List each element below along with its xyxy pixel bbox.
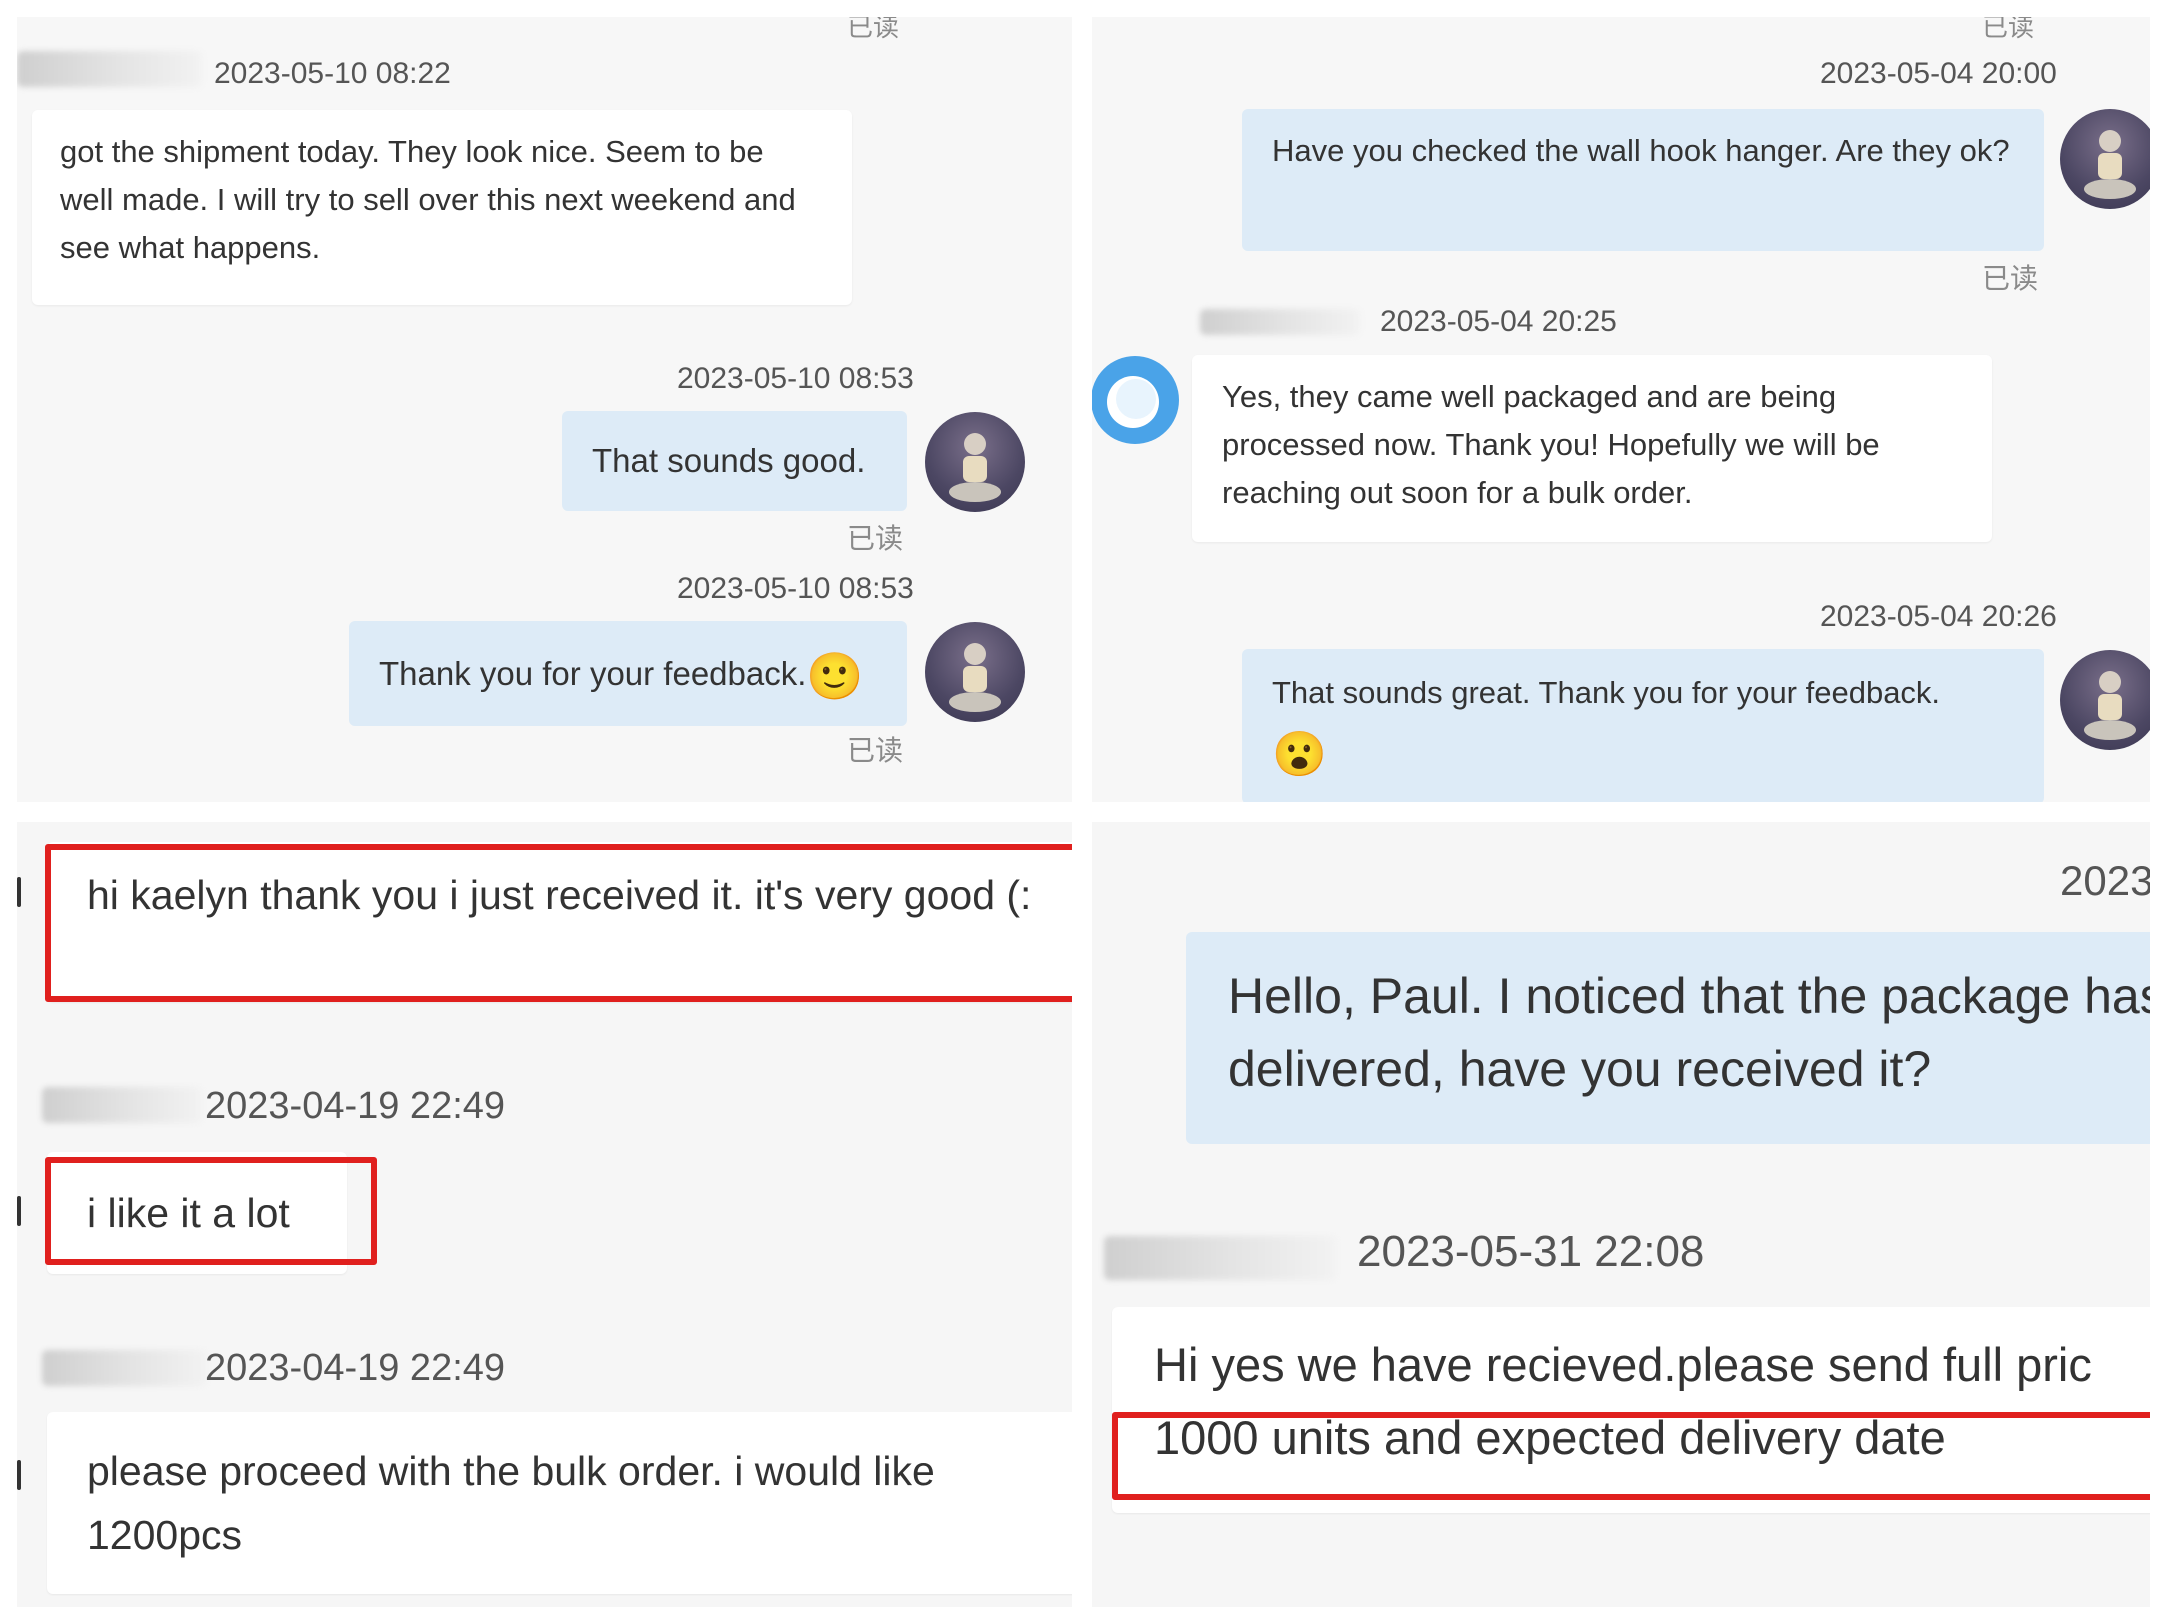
highlight-box — [45, 844, 1072, 1002]
outgoing-message-bubble[interactable]: That sounds good. — [562, 411, 907, 511]
read-status: 已读 — [847, 17, 900, 42]
message-text: Thank you for your feedback. — [379, 655, 807, 692]
avatar-image — [2084, 130, 2136, 199]
message-timestamp: 2023-05-31 22:08 — [1357, 1227, 1705, 1276]
outgoing-message-bubble[interactable]: Have you checked the wall hook hanger. A… — [1242, 109, 2044, 251]
message-timestamp: 2023-05-10 08:22 — [214, 57, 451, 90]
read-status: 已读 — [1982, 263, 2039, 294]
highlight-box — [1112, 1412, 2150, 1500]
sender-name-blurred — [1200, 309, 1360, 335]
incoming-message-bubble[interactable]: got the shipment today. They look nice. … — [32, 110, 852, 305]
read-status: 已读 — [847, 523, 904, 554]
message-timestamp: 2023-05-10 08:53 — [677, 362, 914, 395]
incoming-message-bubble[interactable]: Yes, they came well packaged and are bei… — [1192, 355, 1992, 542]
message-text: That sounds great. Thank you for your fe… — [1272, 675, 1941, 710]
shocked-emoji-icon: 😮 — [1272, 730, 1327, 780]
outgoing-message-bubble[interactable]: Hello, Paul. I noticed that the package … — [1186, 932, 2150, 1144]
user-avatar[interactable] — [925, 412, 1025, 512]
outgoing-message-bubble[interactable]: Thank you for your feedback.🙂 — [349, 621, 907, 726]
message-text-line: Hello, Paul. I noticed that the package … — [1228, 968, 2150, 1024]
sender-name-blurred — [42, 1350, 207, 1386]
chat-panel-top-right: 已读 2023-05-04 20:00 Have you checked the… — [1092, 17, 2150, 802]
message-timestamp: 2023-05-04 20:26 — [1820, 600, 2057, 633]
message-timestamp: 2023-05-10 08:53 — [677, 572, 914, 605]
sender-name-blurred — [1104, 1236, 1336, 1280]
read-status: 已读 — [1982, 17, 2035, 42]
avatar-image — [949, 643, 1001, 712]
chat-panel-bottom-left: hi kaelyn thank you i just received it. … — [17, 822, 1072, 1607]
read-status: 已读 — [847, 735, 904, 766]
user-avatar[interactable] — [2060, 650, 2150, 750]
message-timestamp: 2023-04-19 22:49 — [205, 1085, 506, 1127]
message-text-line: delivered, have you received it? — [1228, 1041, 1932, 1097]
highlight-box — [45, 1157, 377, 1265]
avatar-image — [2084, 671, 2136, 740]
message-timestamp: 2023-05-04 20:00 — [1820, 57, 2057, 90]
message-text-line: Hi yes we have recieved.please send full… — [1154, 1338, 2092, 1391]
sender-name-blurred — [17, 51, 202, 87]
message-timestamp: 2023-05-04 20:25 — [1380, 305, 1617, 338]
message-timestamp: 2023 — [2060, 857, 2150, 904]
sender-name-blurred — [42, 1087, 202, 1123]
incoming-message-bubble[interactable]: please proceed with the bulk order. i wo… — [47, 1412, 1072, 1594]
avatar-edge-fragment — [17, 1460, 21, 1490]
message-timestamp: 2023-04-19 22:49 — [205, 1347, 506, 1389]
sender-avatar-icon[interactable] — [1092, 355, 1180, 445]
avatar-image — [949, 433, 1001, 502]
avatar-edge-fragment — [17, 877, 21, 907]
chat-panel-bottom-right: 2023 Hello, Paul. I noticed that the pac… — [1092, 822, 2150, 1607]
smile-emoji-icon: 🙂 — [806, 649, 864, 702]
chat-panel-top-left: 已读 2023-05-10 08:22 got the shipment tod… — [17, 17, 1072, 802]
outgoing-message-bubble[interactable]: That sounds great. Thank you for your fe… — [1242, 649, 2044, 802]
avatar-edge-fragment — [17, 1196, 21, 1226]
user-avatar[interactable] — [925, 622, 1025, 722]
user-avatar[interactable] — [2060, 109, 2150, 209]
